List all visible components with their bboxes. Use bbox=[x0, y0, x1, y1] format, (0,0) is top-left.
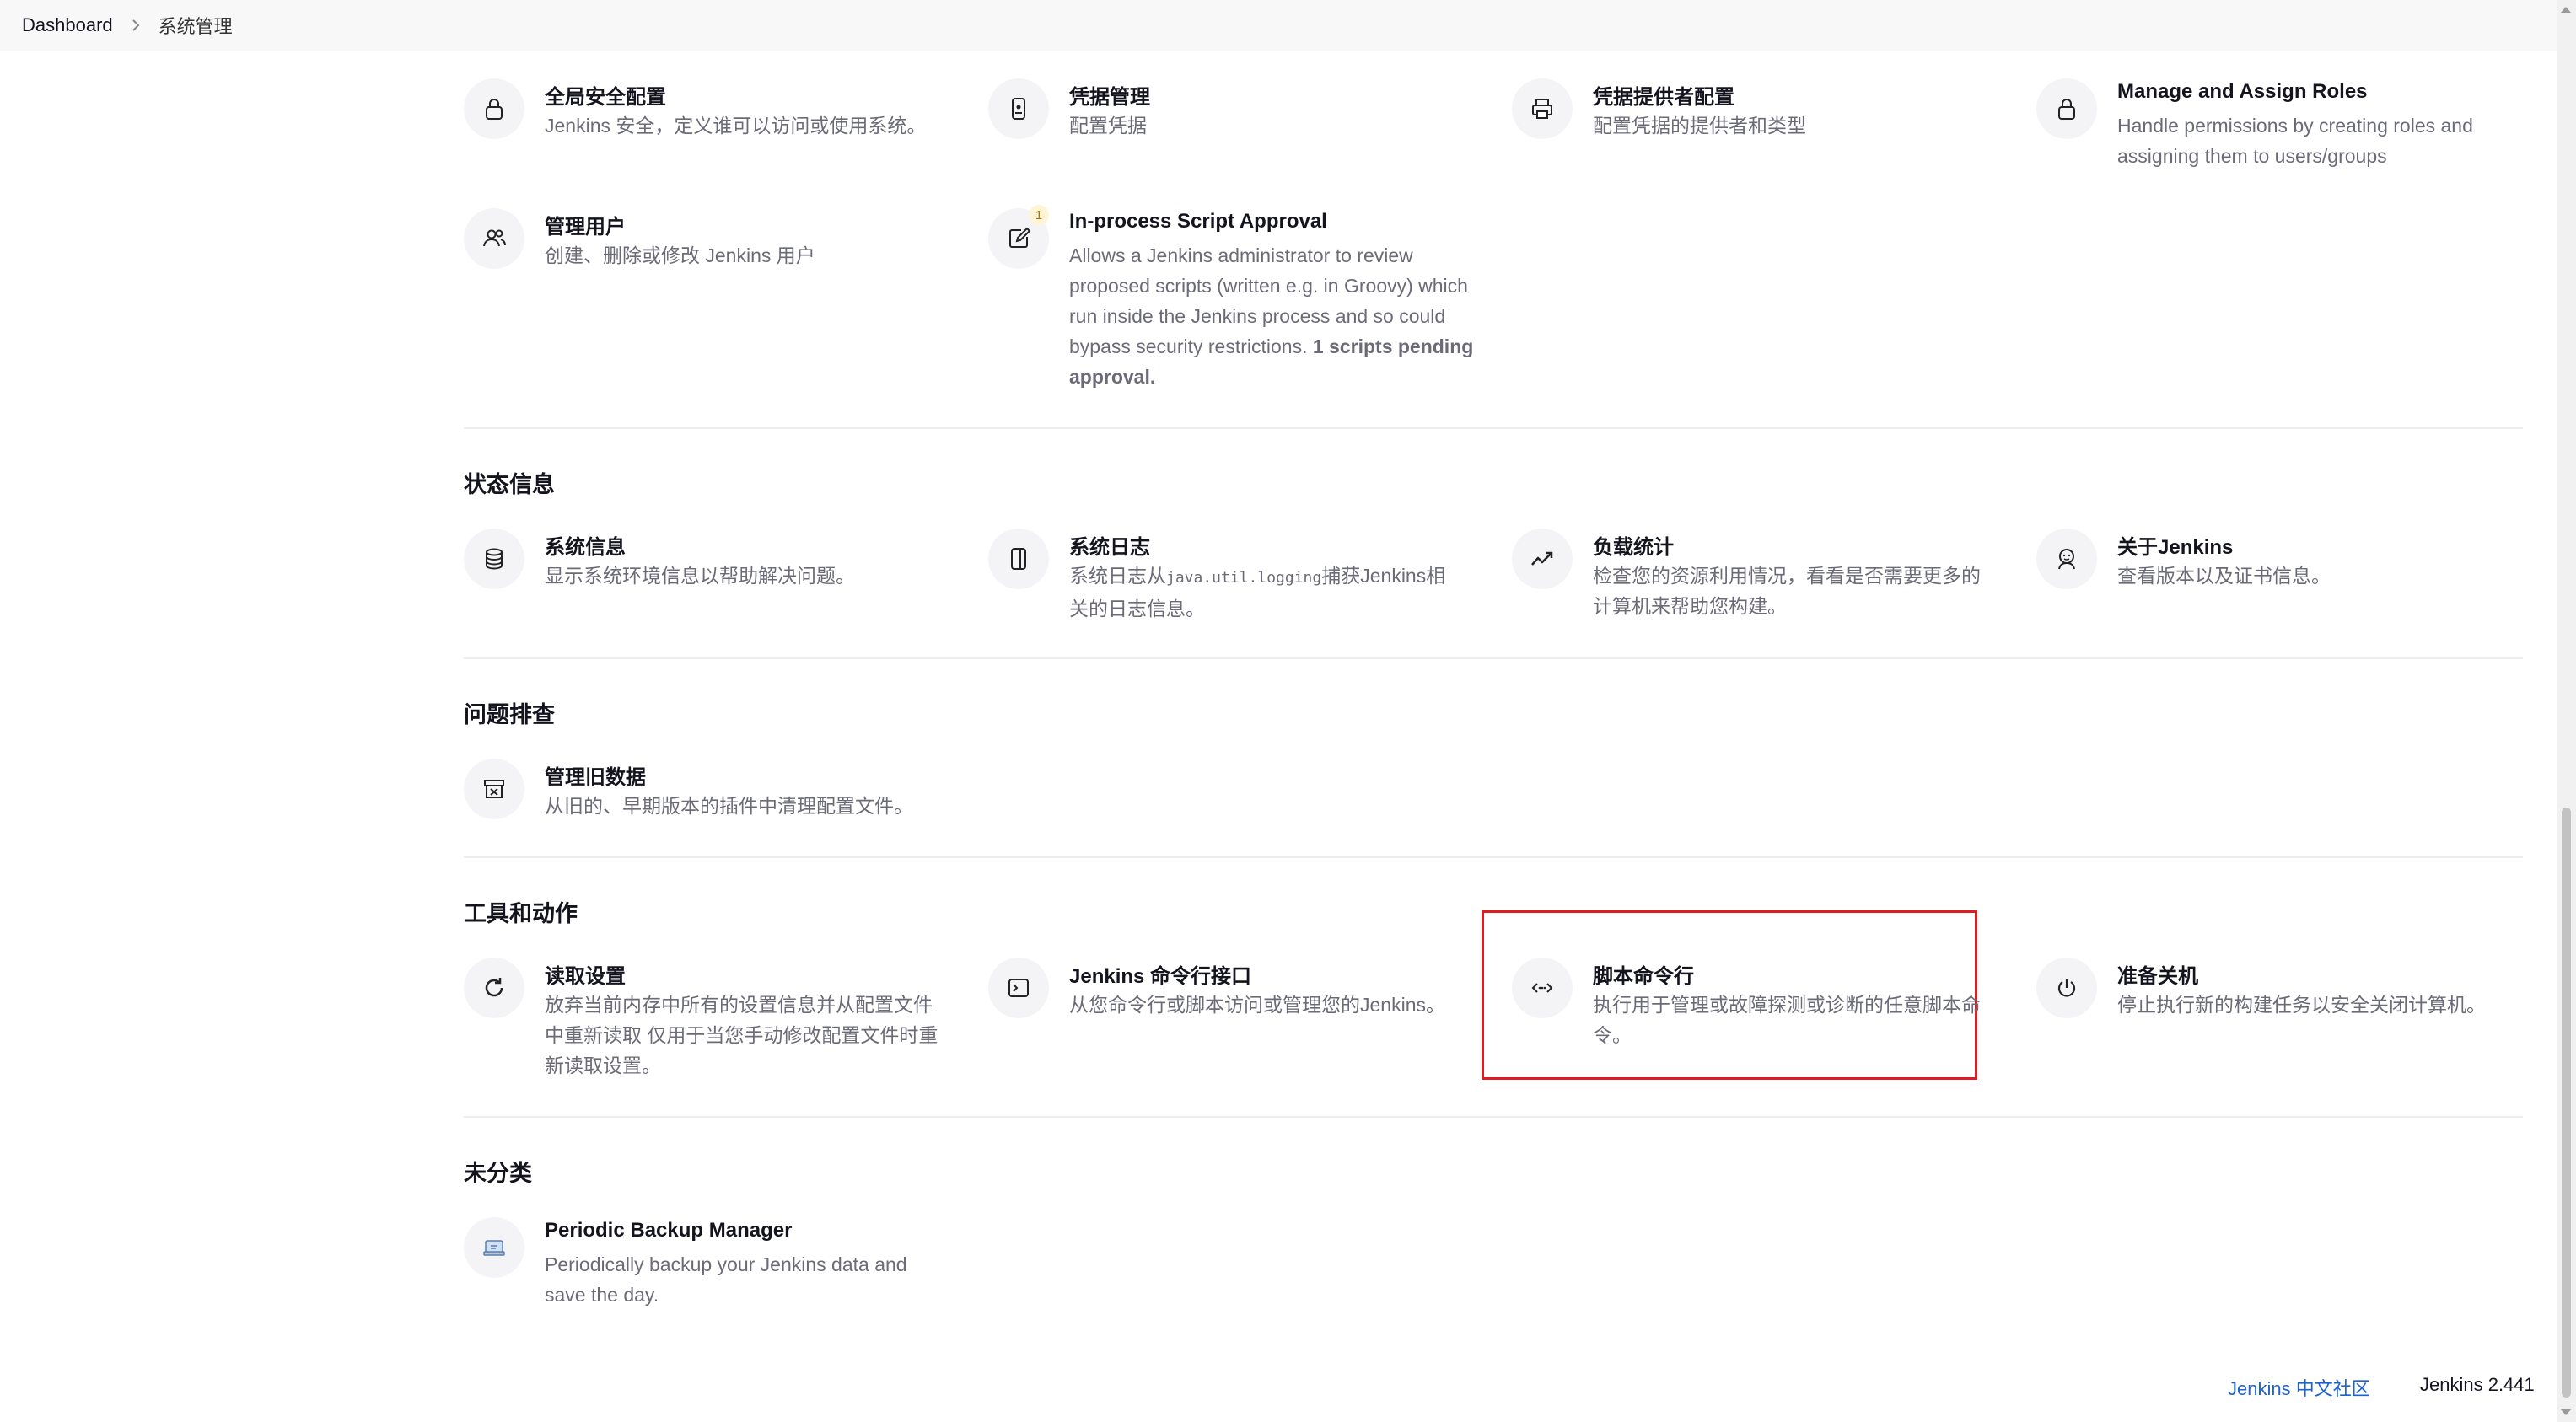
desc-code: java.util.logging bbox=[1166, 569, 1322, 587]
section-divider bbox=[464, 1116, 2523, 1118]
scroll-up-arrow-icon[interactable] bbox=[2560, 7, 2572, 13]
item-description: 检查您的资源利用情况，看看是否需要更多的计算机来帮助您构建。 bbox=[1593, 565, 1981, 617]
item-description: Jenkins 安全，定义谁可以访问或使用系统。 bbox=[545, 115, 927, 137]
section-title-troubleshooting: 问题排查 bbox=[464, 702, 555, 727]
item-description: Handle permissions by creating roles and… bbox=[2117, 115, 2473, 167]
code-icon bbox=[1512, 958, 1573, 1018]
pending-count-badge: 1 bbox=[1029, 205, 1049, 225]
scrollbar[interactable] bbox=[2557, 0, 2576, 1422]
breadcrumb-current[interactable]: 系统管理 bbox=[159, 12, 233, 39]
section-divider bbox=[464, 657, 2523, 659]
users-icon bbox=[464, 208, 524, 269]
desc-text: 系统日志从 bbox=[1069, 565, 1166, 587]
log-icon bbox=[988, 529, 1049, 589]
breadcrumb-bar: Dashboard 系统管理 bbox=[0, 0, 2557, 51]
reload-icon bbox=[464, 958, 524, 1018]
item-title: Jenkins 命令行接口 bbox=[1069, 965, 1252, 988]
item-description: 查看版本以及证书信息。 bbox=[2117, 565, 2331, 587]
item-title: 准备关机 bbox=[2117, 965, 2198, 988]
footer-version[interactable]: Jenkins 2.441 bbox=[2420, 1374, 2535, 1396]
item-description: 显示系统环境信息以帮助解决问题。 bbox=[545, 565, 855, 587]
lock-icon bbox=[2036, 78, 2097, 139]
item-title: 脚本命令行 bbox=[1593, 965, 1694, 988]
item-title: 管理用户 bbox=[545, 216, 626, 239]
section-title-status: 状态信息 bbox=[464, 472, 555, 497]
item-title: 系统日志 bbox=[1069, 536, 1150, 559]
item-title: 读取设置 bbox=[545, 965, 626, 988]
scrollbar-thumb[interactable] bbox=[2562, 808, 2571, 1398]
breadcrumb-dashboard-link[interactable]: Dashboard bbox=[22, 14, 113, 36]
credential-device-icon bbox=[988, 78, 1049, 139]
item-description: Periodically backup your Jenkins data an… bbox=[545, 1253, 907, 1306]
item-title: 凭据提供者配置 bbox=[1593, 86, 1734, 109]
chevron-right-icon bbox=[130, 18, 142, 33]
item-title: In-process Script Approval bbox=[1069, 210, 1327, 233]
database-icon bbox=[464, 529, 524, 589]
power-icon bbox=[2036, 958, 2097, 1018]
backup-icon bbox=[464, 1217, 524, 1278]
section-divider bbox=[464, 427, 2523, 429]
item-description: 配置凭据 bbox=[1069, 115, 1147, 137]
item-description: Allows a Jenkins administrator to review… bbox=[1069, 240, 1474, 392]
section-title-tools: 工具和动作 bbox=[464, 901, 578, 926]
scroll-down-arrow-icon[interactable] bbox=[2560, 1409, 2572, 1415]
archive-icon bbox=[464, 759, 524, 819]
item-description: 从您命令行或脚本访问或管理您的Jenkins。 bbox=[1069, 994, 1445, 1016]
item-title: 关于Jenkins bbox=[2117, 536, 2234, 559]
section-title-uncategorized: 未分类 bbox=[464, 1161, 532, 1186]
item-description: 停止执行新的构建任务以安全关闭计算机。 bbox=[2117, 994, 2486, 1016]
item-description: 从旧的、早期版本的插件中清理配置文件。 bbox=[545, 795, 913, 817]
item-description: 系统日志从java.util.logging捕获Jenkins相关的日志信息。 bbox=[1069, 561, 1457, 624]
terminal-icon bbox=[988, 958, 1049, 1018]
item-title: 管理旧数据 bbox=[545, 766, 646, 789]
printer-icon bbox=[1512, 78, 1573, 139]
item-title: 凭据管理 bbox=[1069, 86, 1150, 109]
item-title: Periodic Backup Manager bbox=[545, 1219, 793, 1242]
item-description: 创建、删除或修改 Jenkins 用户 bbox=[545, 244, 815, 266]
item-description: 放弃当前内存中所有的设置信息并从配置文件中重新读取 仅用于当您手动修改配置文件时… bbox=[545, 994, 938, 1076]
item-title: 负载统计 bbox=[1593, 536, 1674, 559]
item-title: Manage and Assign Roles bbox=[2117, 80, 2368, 103]
section-divider bbox=[464, 856, 2523, 858]
item-title: 系统信息 bbox=[545, 536, 626, 559]
item-title: 全局安全配置 bbox=[545, 86, 666, 109]
item-description: 配置凭据的提供者和类型 bbox=[1593, 115, 1806, 137]
community-link[interactable]: Jenkins 中文社区 bbox=[2228, 1378, 2370, 1399]
item-description: 执行用于管理或故障探测或诊断的任意脚本命令。 bbox=[1593, 994, 1981, 1046]
jenkins-butler-icon bbox=[2036, 529, 2097, 589]
footer-community-link-wrap: Jenkins 中文社区 bbox=[2228, 1374, 2370, 1401]
trend-icon bbox=[1512, 529, 1573, 589]
lock-icon bbox=[464, 78, 524, 139]
